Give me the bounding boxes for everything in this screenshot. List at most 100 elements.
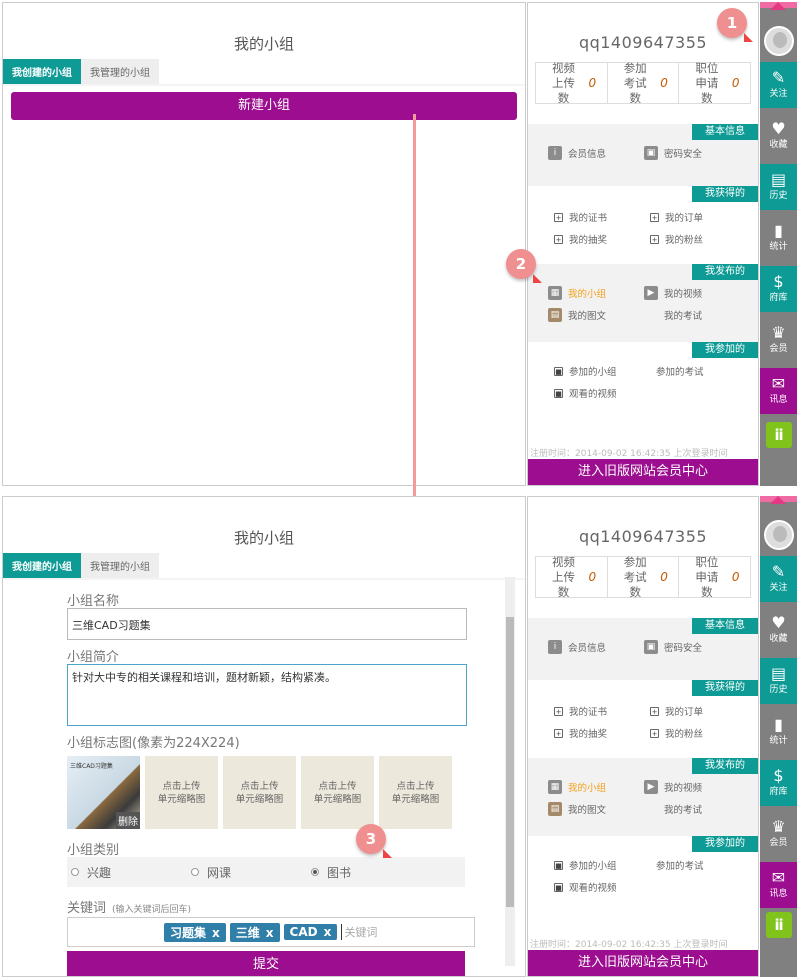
my-videos-link[interactable]: ▶ 我的视频 xyxy=(644,286,740,300)
section-title-obtained: 我获得的 xyxy=(692,186,758,202)
nav-favorites[interactable]: ♥ 收藏 xyxy=(760,113,797,159)
section-title-joined: 我参加的 xyxy=(692,836,758,852)
nav-treasury[interactable]: $ 府库 xyxy=(760,760,797,806)
section-title-obtained: 我获得的 xyxy=(692,680,758,696)
nav-history[interactable]: ▤ 历史 xyxy=(760,658,797,704)
plus-icon: + xyxy=(554,212,563,222)
section-joined: 我参加的 ■ 参加的小组 参加的考试 ■ 观看的视频 xyxy=(528,342,758,412)
my-articles-link[interactable]: ▤ 我的图文 xyxy=(548,308,644,322)
my-certificates-link[interactable]: + 我的证书 xyxy=(554,210,650,224)
keyword-tag-input[interactable]: 习题集 x 三维 x CAD x 关键词 xyxy=(67,917,475,947)
scroll-thumb[interactable] xyxy=(506,617,514,907)
joined-groups-link[interactable]: ■ 参加的小组 xyxy=(554,364,650,378)
my-groups-link[interactable]: ▦ 我的小组 xyxy=(548,286,644,300)
section-published: 我发布的 ▦ 我的小组 ▶ 我的视频 ▤ 我的图文 我的考试 xyxy=(528,264,758,342)
old-member-center-button[interactable]: 进入旧版网站会员中心 xyxy=(528,459,758,485)
watched-videos-link[interactable]: ■ 观看的视频 xyxy=(554,386,650,400)
group-name-input[interactable]: 三维CAD习题集 xyxy=(67,608,467,640)
my-orders-link[interactable]: + 我的订单 xyxy=(650,210,746,224)
member-info-link[interactable]: i 会员信息 xyxy=(548,146,644,160)
upload-thumbnail-slot[interactable]: 点击上传 单元缩略图 xyxy=(301,756,374,829)
nav-follow[interactable]: ✎ 关注 xyxy=(760,62,797,108)
my-lottery-link[interactable]: + 我的抽奖 xyxy=(554,232,650,246)
nav-treasury[interactable]: $ 府库 xyxy=(760,266,797,312)
category-radio-book[interactable]: 图书 xyxy=(311,864,431,881)
remove-tag-icon[interactable]: x xyxy=(212,926,220,940)
upload-thumbnail-slot[interactable]: 点击上传 单元缩略图 xyxy=(379,756,452,829)
my-exams-link[interactable]: 我的考试 xyxy=(644,308,740,322)
nav-member[interactable]: ♛ 会员 xyxy=(760,317,797,363)
joined-exams-link[interactable]: 参加的考试 xyxy=(650,364,746,378)
my-certificates-link[interactable]: + 我的证书 xyxy=(554,704,650,718)
joined-exams-link[interactable]: 参加的考试 xyxy=(650,858,746,872)
stat-exams-taken[interactable]: 参加考试数 0 xyxy=(608,555,680,599)
stat-video-uploads[interactable]: 视频上传数 0 xyxy=(536,61,608,105)
my-lottery-link[interactable]: + 我的抽奖 xyxy=(554,726,650,740)
my-videos-link[interactable]: ▶ 我的视频 xyxy=(644,780,740,794)
side-nav: ✎ 关注 ♥ 收藏 ▤ 历史 ▮ 统计 $ 府库 ♛ 会员 ✉ 讯息 ⅱ xyxy=(760,2,797,486)
document-icon: ▤ xyxy=(548,802,562,816)
remove-tag-icon[interactable]: x xyxy=(324,925,332,939)
old-member-center-button[interactable]: 进入旧版网站会员中心 xyxy=(528,950,758,976)
side-nav: ✎ 关注 ♥ 收藏 ▤ 历史 ▮ 统计 $ 府库 ♛ 会员 ✉ 讯息 ⅱ xyxy=(760,496,797,977)
nav-favorites[interactable]: ♥ 收藏 xyxy=(760,607,797,653)
collapse-arrow[interactable] xyxy=(760,2,797,10)
member-panel: qq1409647355 视频上传数 0 参加考试数 0 职位申请数 0 基本信息 i… xyxy=(527,2,759,486)
tab-created-groups[interactable]: 我创建的小组 xyxy=(3,553,81,578)
site-logo-icon[interactable]: ⅱ xyxy=(766,422,792,448)
section-basic: 基本信息 i 会员信息 ▣ 密码安全 xyxy=(528,124,758,186)
category-radio-online-course[interactable]: 网课 xyxy=(191,864,311,881)
keyword-text-input[interactable]: 关键词 xyxy=(341,924,377,940)
group-icon: ▦ xyxy=(548,780,562,794)
upload-thumbnail-slot[interactable]: 点击上传 单元缩略图 xyxy=(223,756,296,829)
my-fans-link[interactable]: + 我的粉丝 xyxy=(650,232,746,246)
stat-video-uploads[interactable]: 视频上传数 0 xyxy=(536,555,608,599)
stat-exams-taken[interactable]: 参加考试数 0 xyxy=(608,61,680,105)
nav-history[interactable]: ▤ 历史 xyxy=(760,164,797,210)
submit-button[interactable]: 提交 xyxy=(67,951,465,976)
avatar[interactable] xyxy=(763,520,794,550)
password-security-link[interactable]: ▣ 密码安全 xyxy=(644,640,740,654)
nav-member[interactable]: ♛ 会员 xyxy=(760,811,797,857)
lock-icon: ▣ xyxy=(644,640,658,654)
site-logo-icon[interactable]: ⅱ xyxy=(766,912,792,938)
nav-statistics[interactable]: ▮ 统计 xyxy=(760,215,797,261)
nav-statistics[interactable]: ▮ 统计 xyxy=(760,709,797,755)
my-groups-pane: 我的小组 我创建的小组 我管理的小组 新建小组 xyxy=(2,2,526,486)
stat-job-applications[interactable]: 职位申请数 0 xyxy=(679,61,750,105)
square-icon: ■ xyxy=(554,388,563,398)
plus-icon: + xyxy=(650,706,659,716)
my-orders-link[interactable]: + 我的订单 xyxy=(650,704,746,718)
plus-icon: + xyxy=(554,728,563,738)
tab-managed-groups[interactable]: 我管理的小组 xyxy=(81,59,159,84)
section-published: 我发布的 ▦ 我的小组 ▶ 我的视频 ▤ 我的图文 我的考试 xyxy=(528,758,758,836)
watched-videos-link[interactable]: ■ 观看的视频 xyxy=(554,880,650,894)
remove-tag-icon[interactable]: x xyxy=(266,926,274,940)
money-bag-icon: $ xyxy=(773,272,784,291)
tab-created-groups[interactable]: 我创建的小组 xyxy=(3,59,81,84)
my-articles-link[interactable]: ▤ 我的图文 xyxy=(548,802,644,816)
joined-groups-link[interactable]: ■ 参加的小组 xyxy=(554,858,650,872)
my-exams-link[interactable]: 我的考试 xyxy=(644,802,740,816)
member-info-link[interactable]: i 会员信息 xyxy=(548,640,644,654)
avatar[interactable] xyxy=(763,26,794,56)
my-fans-link[interactable]: + 我的粉丝 xyxy=(650,726,746,740)
stat-job-applications[interactable]: 职位申请数 0 xyxy=(679,555,750,599)
form-scrollbar[interactable] xyxy=(505,577,515,966)
group-intro-textarea[interactable]: 针对大中专的相关课程和培训，题材新颖，结构紧凑。 xyxy=(67,664,467,726)
square-icon: ■ xyxy=(554,366,563,376)
nav-follow[interactable]: ✎ 关注 xyxy=(760,556,797,602)
section-joined: 我参加的 ■ 参加的小组 参加的考试 ■ 观看的视频 xyxy=(528,836,758,906)
nav-messages[interactable]: ✉ 讯息 xyxy=(760,862,797,908)
nav-messages[interactable]: ✉ 讯息 xyxy=(760,368,797,414)
collapse-arrow[interactable] xyxy=(760,496,797,504)
delete-thumbnail-button[interactable]: 删除 xyxy=(116,812,140,829)
upload-thumbnail-slot[interactable]: 点击上传 单元缩略图 xyxy=(145,756,218,829)
my-groups-link[interactable]: ▦ 我的小组 xyxy=(548,780,644,794)
category-radio-interest[interactable]: 兴趣 xyxy=(71,864,191,881)
tab-managed-groups[interactable]: 我管理的小组 xyxy=(81,553,159,578)
password-security-link[interactable]: ▣ 密码安全 xyxy=(644,146,740,160)
document-icon: ▤ xyxy=(770,664,787,683)
new-group-button[interactable]: 新建小组 xyxy=(11,92,517,120)
envelope-icon: ✉ xyxy=(771,374,786,393)
